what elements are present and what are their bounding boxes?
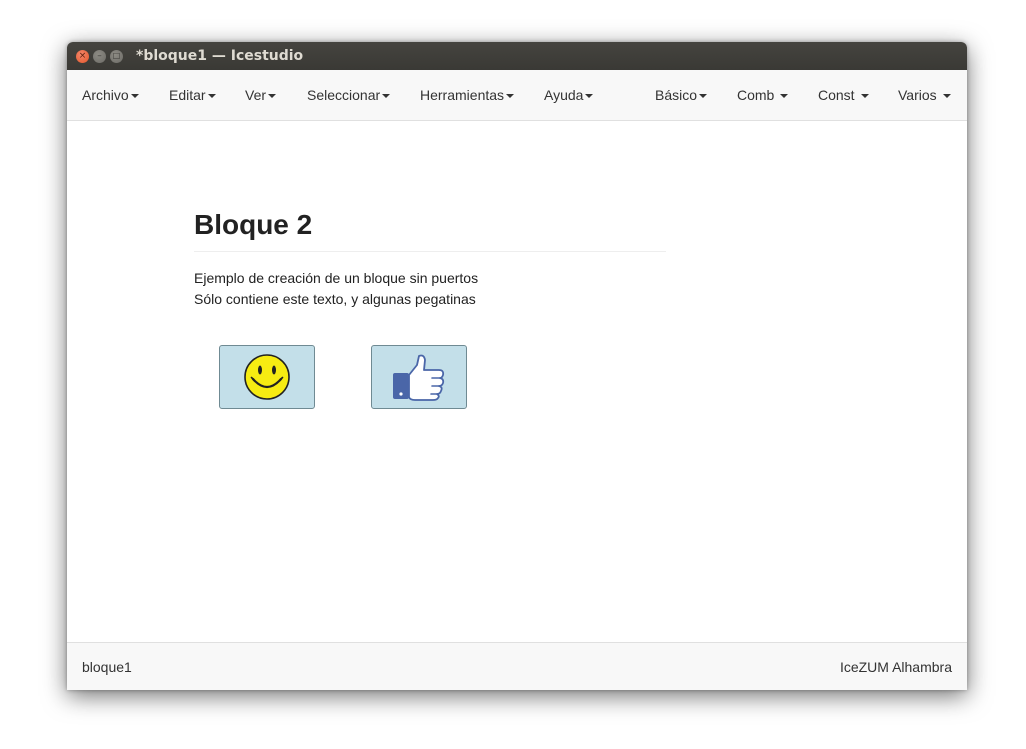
menu-const[interactable]: Const <box>818 87 869 103</box>
thumbs-up-icon <box>393 354 445 401</box>
sticker-smiley[interactable] <box>219 345 315 409</box>
caret-down-icon <box>207 94 216 99</box>
menu-label: Editar <box>169 87 206 103</box>
menu-bar: Archivo Editar Ver Seleccionar Herramien… <box>67 70 967 121</box>
menu-ayuda[interactable]: Ayuda <box>544 87 594 103</box>
window-controls: × – □ <box>76 49 123 63</box>
window-title: *bloque1 — Icestudio <box>136 48 304 64</box>
heading-divider <box>194 251 666 252</box>
menu-label: Comb <box>737 87 775 103</box>
caret-down-icon <box>699 94 708 99</box>
menu-label: Seleccionar <box>307 87 381 103</box>
sticker-like[interactable] <box>371 345 467 409</box>
block-heading: Bloque 2 <box>194 209 313 240</box>
close-window-button[interactable]: × <box>76 49 89 63</box>
menu-label: Herramientas <box>420 87 505 103</box>
menu-editar[interactable]: Editar <box>169 87 216 103</box>
menu-seleccionar[interactable]: Seleccionar <box>307 87 391 103</box>
current-file-name: bloque1 <box>82 659 132 675</box>
menu-label: Básico <box>655 87 698 103</box>
menu-label: Ver <box>245 87 267 103</box>
menu-basico[interactable]: Básico <box>655 87 708 103</box>
description-line-1: Ejemplo de creación de un bloque sin pue… <box>194 270 479 286</box>
menu-label: Ayuda <box>544 87 584 103</box>
maximize-window-button[interactable]: □ <box>110 49 123 63</box>
title-bar[interactable]: × – □ *bloque1 — Icestudio <box>67 42 967 70</box>
caret-down-icon <box>268 94 277 99</box>
menu-ver[interactable]: Ver <box>245 87 277 103</box>
app-window: × – □ *bloque1 — Icestudio Archivo Edita… <box>67 42 967 690</box>
minimize-window-button[interactable]: – <box>93 49 106 63</box>
maximize-icon: □ <box>112 51 121 60</box>
menu-comb[interactable]: Comb <box>737 87 789 103</box>
caret-down-icon <box>382 94 391 99</box>
board-selector[interactable]: IceZUM Alhambra <box>840 659 952 675</box>
smiley-face-icon <box>244 354 290 400</box>
menu-varios[interactable]: Varios <box>898 87 951 103</box>
minimize-icon: – <box>97 50 102 61</box>
description-line-2: Sólo contiene este texto, y algunas pega… <box>194 291 476 307</box>
caret-down-icon <box>860 94 869 99</box>
menu-label: Archivo <box>82 87 129 103</box>
design-canvas[interactable]: Bloque 2 Ejemplo de creación de un bloqu… <box>67 121 967 642</box>
caret-down-icon <box>130 94 139 99</box>
caret-down-icon <box>585 94 594 99</box>
caret-down-icon <box>780 94 789 99</box>
caret-down-icon <box>942 94 951 99</box>
menu-archivo[interactable]: Archivo <box>82 87 139 103</box>
status-bar: bloque1 IceZUM Alhambra <box>67 642 967 690</box>
menu-herramientas[interactable]: Herramientas <box>420 87 515 103</box>
menu-label: Varios <box>898 87 937 103</box>
close-icon: × <box>78 50 87 61</box>
caret-down-icon <box>506 94 515 99</box>
menu-label: Const <box>818 87 855 103</box>
